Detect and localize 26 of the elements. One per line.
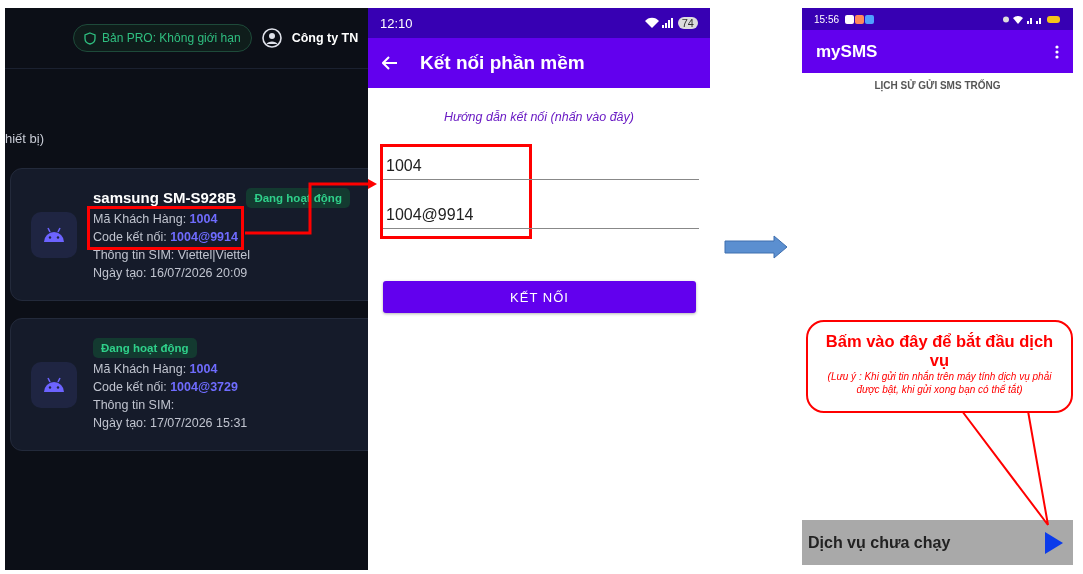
screen-title: Kết nối phần mềm — [420, 52, 585, 74]
callout-note: (Lưu ý : Khi gửi tin nhắn trên máy tính dịch vụ phải được bật, khi gửi xong bạn có thể tắt) — [826, 370, 1053, 396]
status-time: 15:56 — [814, 13, 840, 25]
battery-level: 74 — [677, 17, 698, 29]
status-time: 12:10 — [380, 15, 413, 31]
service-status: Dịch vụ chưa chạy — [808, 533, 951, 552]
device-name: samsung SM-S928B — [93, 189, 237, 206]
app-title: mySMS — [816, 41, 878, 62]
input-field[interactable]: 1004@9914 — [383, 202, 699, 229]
created-date: Ngày tạo: 16/07/2026 20:09 — [93, 264, 248, 282]
sim-info: Thông tin SIM: — [93, 396, 175, 414]
customer-code: Mã Khách Hàng: 1004 — [93, 210, 219, 228]
pro-badge-label: Bản PRO: Không giới hạn — [102, 31, 241, 45]
customer-code: Mã Khách Hàng: 1004 — [93, 360, 219, 378]
input-field[interactable]: 1004 — [383, 153, 699, 180]
connect-button[interactable]: KẾT NỐI — [383, 281, 696, 313]
created-date: Ngày tạo: 17/07/2026 15:31 — [93, 414, 248, 432]
connection-code: Code kết nối: 1004@9914 — [93, 228, 238, 246]
section-caption: hiết bị) — [5, 131, 46, 146]
sim-info: Thông tin SIM: Viettel|Viettel — [93, 246, 251, 264]
company-name: Công ty TN — [291, 31, 359, 45]
callout-heading: Bấm vào đây để bắt đầu dịch vụ — [824, 332, 1055, 370]
empty-history-message: LỊCH SỬ GỬI SMS TRỐNG — [874, 80, 1001, 91]
connection-code: Code kết nối: 1004@3729 — [93, 378, 238, 396]
status-badge: Đang hoạt động — [93, 337, 197, 358]
guide-link[interactable]: Hướng dẫn kết nối (nhấn vào đây) — [444, 110, 634, 124]
